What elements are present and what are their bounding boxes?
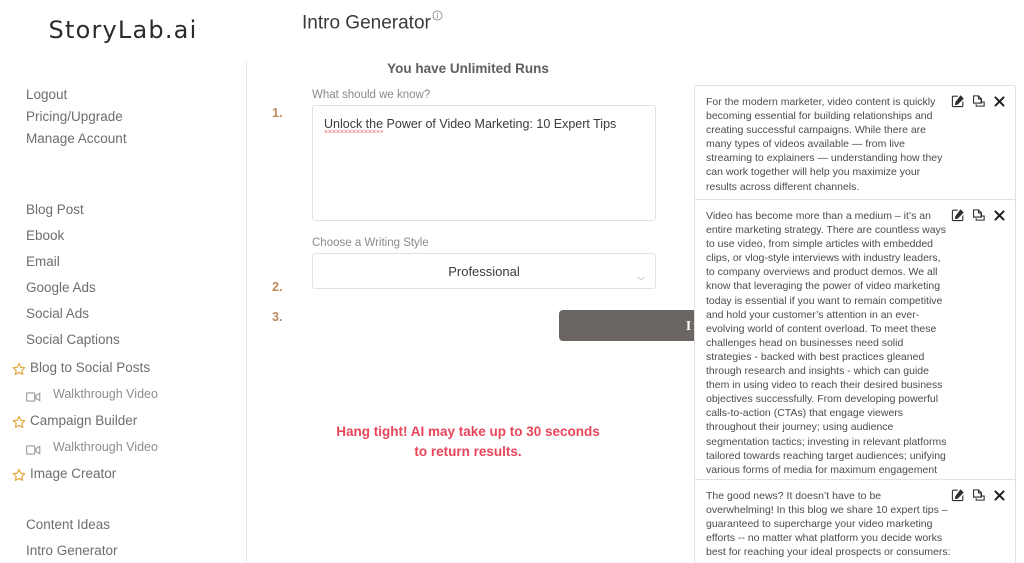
close-icon[interactable] bbox=[993, 489, 1006, 502]
star-icon bbox=[12, 467, 26, 482]
chevron-down-icon bbox=[637, 269, 645, 281]
result-card-actions bbox=[951, 94, 1006, 108]
sidebar-item-campaign-builder[interactable]: Campaign Builder bbox=[0, 410, 246, 432]
sidebar-item-label: Manage Account bbox=[26, 131, 127, 146]
sidebar-item-label: Walkthrough Video bbox=[53, 440, 158, 454]
edit-icon[interactable] bbox=[951, 488, 965, 502]
copy-icon[interactable] bbox=[972, 488, 986, 502]
result-card: The good news? It doesn’t have to be ove… bbox=[694, 479, 1016, 563]
step-number-2: 2. bbox=[272, 280, 283, 294]
result-card-text: The good news? It doesn’t have to be ove… bbox=[706, 490, 951, 559]
video-camera-icon bbox=[26, 388, 41, 402]
main-panel: Intro Generator You have Unlimited Runs … bbox=[246, 0, 903, 563]
close-icon[interactable] bbox=[993, 95, 1006, 108]
step-number-3: 3. bbox=[272, 310, 283, 324]
close-icon[interactable] bbox=[993, 209, 1006, 222]
sidebar-item-label: Image Creator bbox=[30, 466, 117, 481]
star-icon bbox=[12, 414, 26, 429]
sidebar-item-label: Ebook bbox=[26, 228, 65, 243]
sidebar-item-label: Pricing/Upgrade bbox=[26, 109, 123, 124]
result-card: For the modern marketer, video content i… bbox=[694, 85, 1016, 203]
what-should-we-know-input[interactable] bbox=[312, 105, 656, 221]
sidebar-item-ebook[interactable]: Ebook bbox=[0, 225, 246, 247]
sidebar-account-group: Logout Pricing/Upgrade Manage Account bbox=[0, 84, 246, 150]
hang-tight-line-2: to return results. bbox=[414, 444, 522, 459]
result-card-text: Video has become more than a medium – it… bbox=[706, 210, 947, 504]
video-camera-icon bbox=[26, 441, 41, 455]
sidebar-item-label: Walkthrough Video bbox=[53, 387, 158, 401]
brand-logo[interactable]: StoryLab.ai bbox=[0, 16, 246, 44]
sidebar-item-label: Social Captions bbox=[26, 332, 120, 347]
sidebar-item-label: Google Ads bbox=[26, 280, 96, 295]
sidebar-item-google-ads[interactable]: Google Ads bbox=[0, 277, 246, 299]
sidebar-item-label: Content Ideas bbox=[26, 517, 111, 532]
sidebar-item-email[interactable]: Email bbox=[0, 251, 246, 273]
result-card: Video has become more than a medium – it… bbox=[694, 199, 1016, 514]
sidebar-item-label: Email bbox=[26, 254, 60, 269]
writing-style-select[interactable]: Professional bbox=[312, 253, 656, 289]
page-title-text: Intro Generator bbox=[302, 12, 431, 34]
copy-icon[interactable] bbox=[972, 94, 986, 108]
sidebar-item-logout[interactable]: Logout bbox=[0, 84, 246, 106]
hang-tight-line-1: Hang tight! AI may take up to 30 seconds bbox=[336, 424, 600, 439]
sidebar: StoryLab.ai Logout Pricing/Upgrade Manag… bbox=[0, 0, 246, 563]
sidebar-item-blog-to-social-posts[interactable]: Blog to Social Posts bbox=[0, 357, 246, 379]
sidebar-item-walkthrough-video-campaign-builder[interactable]: Walkthrough Video bbox=[0, 436, 246, 458]
edit-icon[interactable] bbox=[951, 208, 965, 222]
star-icon bbox=[12, 361, 26, 376]
sidebar-item-label: Campaign Builder bbox=[30, 413, 138, 428]
result-card-actions bbox=[951, 488, 1006, 502]
info-circle-icon[interactable] bbox=[432, 5, 443, 21]
copy-icon[interactable] bbox=[972, 208, 986, 222]
step-number-1: 1. bbox=[272, 106, 283, 120]
sidebar-starred-group: Blog to Social Posts Walkthrough Video C… bbox=[0, 357, 246, 489]
page-title: Intro Generator bbox=[302, 5, 443, 34]
sidebar-item-pricing-upgrade[interactable]: Pricing/Upgrade bbox=[0, 106, 246, 128]
sidebar-item-label: Social Ads bbox=[26, 306, 90, 321]
sidebar-item-social-captions[interactable]: Social Captions bbox=[0, 329, 246, 351]
sidebar-item-walkthrough-video-blog-to-social[interactable]: Walkthrough Video bbox=[0, 383, 246, 405]
writing-style-value: Professional bbox=[448, 263, 520, 279]
sidebar-item-content-ideas[interactable]: Content Ideas bbox=[0, 514, 246, 536]
sidebar-item-blog-post[interactable]: Blog Post bbox=[0, 199, 246, 221]
sidebar-item-intro-generator[interactable]: Intro Generator bbox=[0, 540, 246, 562]
sidebar-item-label: Intro Generator bbox=[26, 543, 118, 558]
sidebar-bottom-group: Content Ideas Intro Generator bbox=[0, 514, 246, 563]
results-panel: For the modern marketer, video content i… bbox=[694, 0, 1024, 563]
sidebar-tools-group: Blog Post Ebook Email Google Ads Social … bbox=[0, 199, 246, 355]
sidebar-item-manage-account[interactable]: Manage Account bbox=[0, 128, 246, 150]
what-should-we-know-label: What should we know? bbox=[312, 89, 431, 101]
writing-style-label: Choose a Writing Style bbox=[312, 237, 429, 249]
app-root: StoryLab.ai Logout Pricing/Upgrade Manag… bbox=[0, 0, 1024, 563]
sidebar-item-image-creator[interactable]: Image Creator bbox=[0, 463, 246, 485]
hang-tight-message: Hang tight! AI may take up to 30 seconds… bbox=[246, 422, 690, 462]
sidebar-item-label: Blog to Social Posts bbox=[30, 360, 151, 375]
sidebar-item-social-ads[interactable]: Social Ads bbox=[0, 303, 246, 325]
result-card-text: For the modern marketer, video content i… bbox=[706, 96, 943, 193]
sidebar-item-label: Logout bbox=[26, 87, 68, 102]
unlimited-runs-banner: You have Unlimited Runs bbox=[387, 61, 549, 76]
sidebar-item-label: Blog Post bbox=[26, 202, 84, 217]
edit-icon[interactable] bbox=[951, 94, 965, 108]
result-card-actions bbox=[951, 208, 1006, 222]
